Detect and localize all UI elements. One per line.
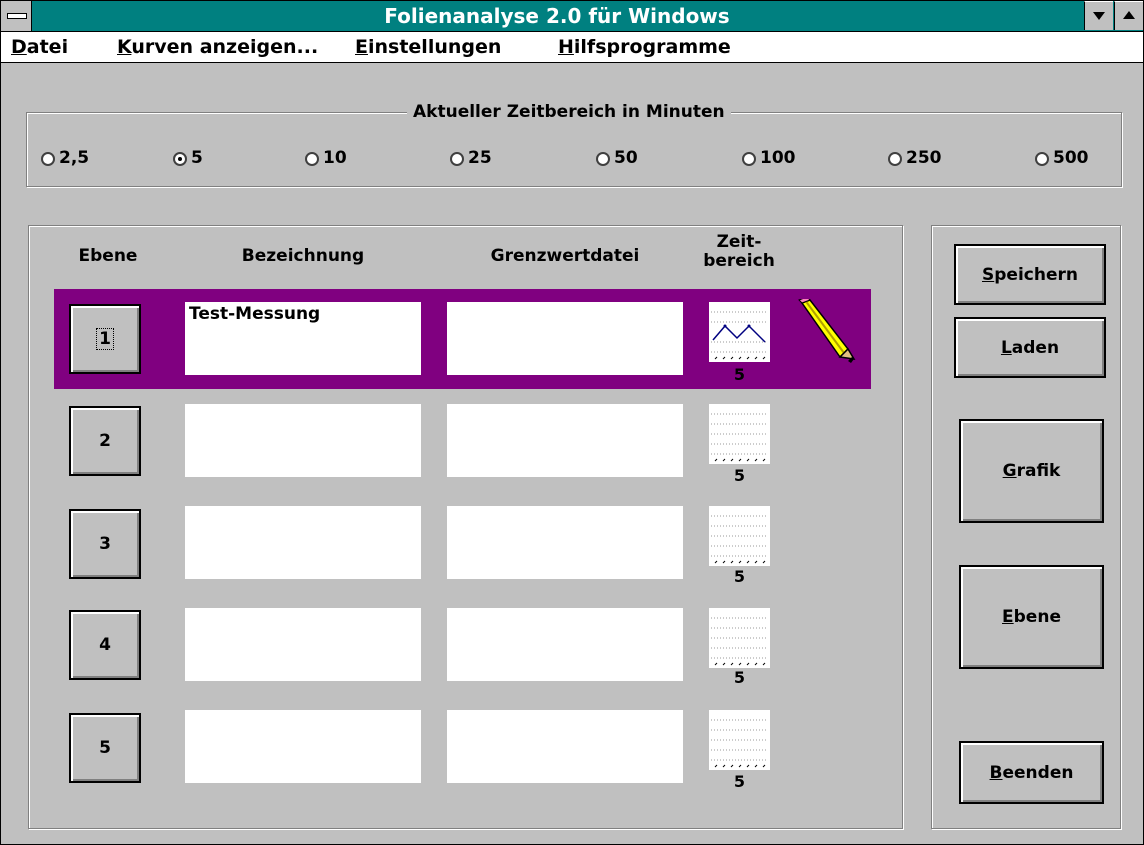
title-bar[interactable]: Folienanalyse 2.0 für Windows [1, 1, 1143, 32]
button-group [931, 225, 1121, 829]
radio-5[interactable]: 5 [173, 148, 203, 168]
zeitbereich-chart-3[interactable] [709, 506, 770, 566]
system-menu-button[interactable] [1, 1, 32, 31]
menu-hilfsprogramme[interactable]: Hilfsprogramme [558, 36, 731, 58]
grenzwertdatei-field-1[interactable] [447, 302, 683, 375]
zeitbereich-label: Aktueller Zeitbereich in Minuten [407, 102, 731, 122]
bezeichnung-field-3[interactable] [185, 506, 421, 579]
radio-circle [742, 152, 756, 166]
mini-chart-icon [711, 515, 768, 564]
window-title: Folienanalyse 2.0 für Windows [384, 4, 730, 28]
system-menu-icon [7, 13, 27, 19]
radio-50[interactable]: 50 [596, 148, 638, 168]
grenzwertdatei-field-2[interactable] [447, 404, 683, 477]
header-zeitbereich: Zeit-bereich [703, 232, 775, 271]
mini-chart-icon [711, 719, 768, 768]
zeitbereich-chart-5[interactable] [709, 710, 770, 770]
radio-circle [596, 152, 610, 166]
ebene-button-1[interactable]: 1 [69, 304, 141, 374]
beenden-button[interactable]: Beenden [959, 741, 1104, 804]
ebene-button-2[interactable]: 2 [69, 406, 141, 476]
radio-circle [450, 152, 464, 166]
bezeichnung-field-5[interactable] [185, 710, 421, 783]
zeitbereich-value-5: 5 [733, 772, 746, 791]
radio-circle-selected [173, 152, 187, 166]
app-window: Folienanalyse 2.0 für Windows Datei Kurv… [0, 0, 1144, 845]
header-grenzwertdatei: Grenzwertdatei [490, 246, 640, 266]
menu-einstellungen[interactable]: Einstellungen [355, 36, 501, 58]
radio-25[interactable]: 25 [450, 148, 492, 168]
maximize-icon [1123, 11, 1135, 19]
zeitbereich-value-3: 5 [733, 567, 746, 586]
ebene-button-4[interactable]: 4 [69, 610, 141, 680]
mini-chart-icon [711, 311, 768, 360]
zeitbereich-chart-2[interactable] [709, 404, 770, 464]
maximize-button[interactable] [1114, 1, 1143, 30]
bezeichnung-field-4[interactable] [185, 608, 421, 681]
menu-datei[interactable]: Datei [11, 36, 68, 58]
radio-10[interactable]: 10 [305, 148, 347, 168]
zeitbereich-value-2: 5 [733, 466, 746, 485]
bezeichnung-field-1[interactable]: Test-Messung [185, 302, 421, 375]
grenzwertdatei-field-5[interactable] [447, 710, 683, 783]
ebene-button-5[interactable]: 5 [69, 713, 141, 783]
radio-circle [305, 152, 319, 166]
header-ebene: Ebene [78, 246, 138, 266]
speichern-button[interactable]: Speichern [954, 244, 1106, 305]
radio-250[interactable]: 250 [888, 148, 942, 168]
mini-chart-icon [711, 413, 768, 462]
zeitbereich-chart-1[interactable] [709, 302, 770, 362]
bezeichnung-field-2[interactable] [185, 404, 421, 477]
radio-circle [41, 152, 55, 166]
radio-100[interactable]: 100 [742, 148, 796, 168]
minimize-button[interactable] [1084, 1, 1113, 30]
zeitbereich-chart-4[interactable] [709, 608, 770, 668]
header-bezeichnung: Bezeichnung [241, 246, 365, 266]
ebene-button[interactable]: Ebene [959, 565, 1104, 669]
grenzwertdatei-field-3[interactable] [447, 506, 683, 579]
zeitbereich-value-4: 5 [733, 668, 746, 687]
minimize-icon [1093, 12, 1105, 20]
laden-button[interactable]: Laden [954, 317, 1106, 378]
radio-500[interactable]: 500 [1035, 148, 1089, 168]
menu-bar: Datei Kurven anzeigen... Einstellungen H… [1, 32, 1143, 63]
grenzwertdatei-field-4[interactable] [447, 608, 683, 681]
pencil-icon[interactable] [796, 299, 858, 367]
zeitbereich-value-1: 5 [733, 365, 746, 384]
grafik-button[interactable]: Grafik [959, 419, 1104, 523]
menu-kurven-anzeigen[interactable]: Kurven anzeigen... [117, 36, 318, 58]
mini-chart-icon [711, 617, 768, 666]
radio-circle [1035, 152, 1049, 166]
radio-circle [888, 152, 902, 166]
ebene-button-3[interactable]: 3 [69, 509, 141, 579]
radio-2-5[interactable]: 2,5 [41, 148, 89, 168]
